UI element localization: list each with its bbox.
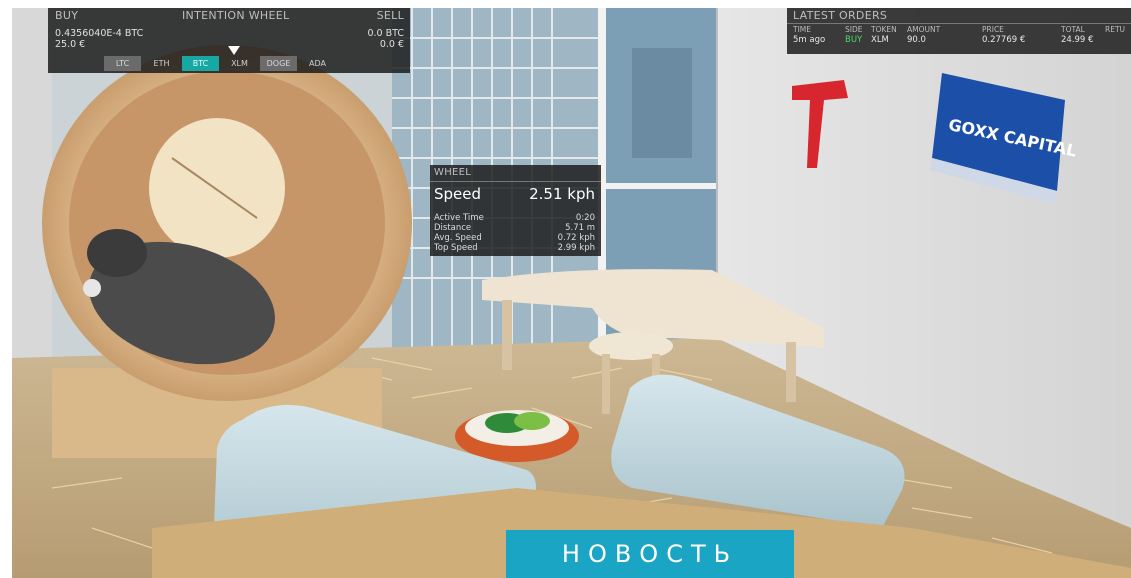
stat-label: Active Time [434,213,484,223]
stat-row: Distance 5.71 m [434,223,595,233]
order-time: 5m ago [793,35,826,45]
buy-amount: 0.4356040E-4 BTC [55,28,144,39]
buy-label: BUY [55,9,79,22]
col-return: RETU [1105,25,1126,34]
col-amount: AMOUNT [907,25,941,34]
stat-value: 0.72 kph [557,233,595,243]
token-tab-ada[interactable]: ADA [299,56,336,71]
stat-row: Avg. Speed 0.72 kph [434,233,595,243]
order-total: 24.99 € [1061,35,1094,45]
order-side: BUY [845,35,863,45]
col-total: TOTAL [1061,25,1085,34]
token-tabs: LTC ETH BTC XLM DOGE ADA [104,56,338,71]
token-tab-eth[interactable]: ETH [143,56,180,71]
col-time: TIME [793,25,812,34]
token-tab-xlm[interactable]: XLM [221,56,258,71]
sell-label: SELL [376,9,404,22]
wheel-title: WHEEL [434,167,472,178]
stat-value: 5.71 m [565,223,595,233]
sell-amount: 0.0 BTC [367,28,404,39]
stat-row: Active Time 0:20 [434,213,595,223]
token-tab-btc[interactable]: BTC [182,56,219,71]
orders-divider [787,23,1131,24]
stat-row: Top Speed 2.99 kph [434,243,595,253]
intention-wheel-title: INTENTION WHEEL [182,9,290,22]
stat-value: 2.99 kph [557,243,595,253]
buy-value: 25.0 € [55,39,86,50]
token-tab-ltc[interactable]: LTC [104,56,141,71]
hamster-cage-scene: GOXX CAPITAL [12,8,1131,578]
intention-marker [228,46,240,55]
stat-label: Avg. Speed [434,233,482,243]
intention-wheel-panel: BUY INTENTION WHEEL SELL 0.4356040E-4 BT… [48,8,410,73]
speed-value: 2.51 kph [529,185,595,203]
stat-label: Distance [434,223,472,233]
camera-frame: GOXX CAPITAL BUY INTENTION WHEEL SELL 0.… [12,8,1131,578]
token-tab-doge[interactable]: DOGE [260,56,297,71]
wheel-stats-panel: WHEEL Speed 2.51 kph Active Time 0:20 Di… [430,165,601,256]
wooden-stool [589,332,673,360]
latest-orders-panel: LATEST ORDERS TIME SIDE TOKEN AMOUNT PRI… [787,8,1131,54]
order-price: 0.27769 € [982,35,1026,45]
sell-value: 0.0 € [379,39,404,50]
wheel-divider [430,181,601,182]
orders-title: LATEST ORDERS [793,9,888,22]
speed-label: Speed [434,185,482,203]
stat-label: Top Speed [434,243,478,253]
stat-value: 0:20 [575,213,595,223]
order-token: XLM [871,35,889,45]
col-token: TOKEN [871,25,897,34]
col-price: PRICE [982,25,1004,34]
news-banner: НОВОСТЬ [506,530,794,578]
col-side: SIDE [845,25,863,34]
order-amount: 90.0 [907,35,926,45]
